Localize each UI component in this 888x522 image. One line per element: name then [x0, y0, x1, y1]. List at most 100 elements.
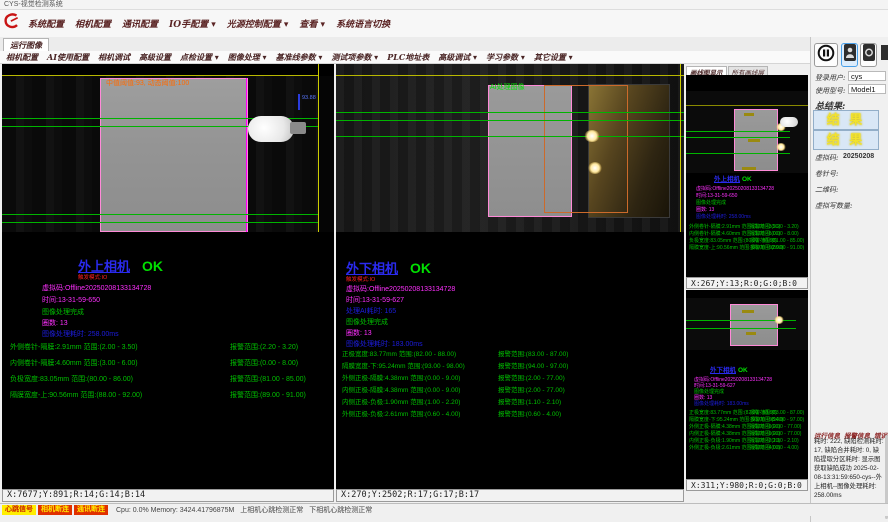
menu-item-language-switch[interactable]: 系统语言切换 — [336, 17, 390, 30]
alarm-range: 报警范围:(2.20 - 3.20) — [230, 344, 298, 351]
menu-item-system-config[interactable]: 系统配置 — [28, 17, 64, 30]
pixel-coords-upper: X:7677;Y:891;R:14;G:14;B:14 — [7, 490, 145, 500]
app-logo-icon — [2, 11, 21, 36]
tool-image-processing[interactable]: 图像处理 ▾ — [228, 52, 267, 63]
mini-alarm-range: 报警范围:(83.00 - 87.00) — [750, 411, 804, 416]
menu-item-io-config[interactable]: IO手配置 ▾ — [169, 17, 216, 30]
time-line-lower: 时间:13-31-59-627 — [346, 297, 404, 304]
tool-advanced-settings[interactable]: 高级设置 — [139, 52, 171, 63]
pause-icon — [817, 44, 835, 67]
guide-line-green — [686, 137, 790, 138]
exit-button[interactable] — [879, 43, 888, 67]
mini-alarm-range: 报警范围:(2.00 - 77.00) — [750, 425, 801, 430]
menu-item-comm-config[interactable]: 通讯配置 — [122, 17, 158, 30]
weld-glow-spot — [584, 130, 600, 142]
heartbeat-badge: 心跳信号 — [2, 505, 36, 515]
measure-row: 负极宽度:83.05mm 范围:(80.00 - 86.00) — [10, 376, 133, 383]
tool-other-settings[interactable]: 其它设置 ▾ — [534, 52, 573, 63]
status-bar: 心跳信号 相机断连 通讯断连 Cpu: 0.0% Memory: 3424.41… — [0, 503, 888, 516]
device-button[interactable] — [860, 43, 877, 67]
mini-time-upper: 时间:13-31-59-650 — [696, 194, 737, 199]
model-label: 使用型号: — [815, 86, 845, 96]
tool-test-item-params[interactable]: 测试项参数 ▾ — [331, 52, 378, 63]
login-user-value[interactable]: cys — [848, 71, 886, 81]
camera-title-upper: 外上相机 — [78, 260, 130, 273]
mini-viewport-lower[interactable] — [686, 298, 808, 350]
proc-time-line-lower: 图像处理耗时: 183.00ms — [346, 341, 423, 348]
tool-learning-params[interactable]: 学习参数 ▾ — [486, 52, 525, 63]
proc-time-line-upper: 图像处理耗时: 258.00ms — [42, 331, 119, 338]
exit-icon — [880, 44, 888, 66]
guide-line-green — [336, 120, 684, 121]
trigger-mode-upper: 触发模式:IO — [78, 276, 107, 282]
camera-viewport-lower[interactable]: AI处理图像 — [336, 64, 684, 232]
window-title: CYS-视觉检测系统 — [4, 1, 63, 8]
reference-line-olive — [686, 105, 808, 106]
tool-camera-config[interactable]: 相机配置 — [6, 52, 38, 63]
mini-title-upper: 外上相机 — [714, 177, 740, 184]
virtual-code-value: 20250208 — [843, 153, 874, 160]
mini-proc-lower: 图像处理耗时: 183.00ms — [694, 402, 749, 407]
result-ok-upper: OK — [142, 259, 163, 273]
annotation-mark — [742, 167, 756, 170]
tab-run-image[interactable]: 运行图像 — [3, 38, 49, 52]
mini-alarm-range: 报警范围:(2.20 - 3.20) — [750, 225, 799, 230]
tool-baseline-params[interactable]: 基准线参数 ▾ — [276, 52, 323, 63]
camera-viewport-upper[interactable]: 中值阈值:93, 动态阈值:100 93.88 — [2, 76, 334, 232]
mini-viewport-upper[interactable] — [686, 91, 808, 173]
login-user-button[interactable] — [841, 43, 858, 67]
measure-row: 内侧正极-隔膜:4.38mm 范围:(0.00 - 9.00) — [342, 388, 460, 395]
measure-row: 正极宽度:83.77mm 范围:(82.00 - 88.00) — [342, 352, 456, 359]
mini-barcode-upper: 虚拟码:Offline20250208133134728 — [696, 187, 774, 192]
alarm-range: 报警范围:(94.00 - 97.00) — [498, 364, 568, 371]
alarm-range: 报警范围:(0.60 - 4.00) — [498, 412, 561, 419]
mini-status-upper: 图像处理完成 — [696, 201, 726, 206]
camera-disconnect-badge: 相机断连 — [38, 505, 72, 515]
camera-title-lower: 外下相机 — [346, 262, 398, 275]
login-user-label: 登录用户: — [815, 73, 845, 83]
measure-row: 隔膜宽度-下:95.24mm 范围:(93.00 - 98.00) — [342, 364, 465, 371]
camera-panel-lower: AI处理图像 外下相机 OK 触发模式:IO 虚拟码:Offline202502… — [336, 64, 684, 489]
cell-region — [730, 304, 778, 346]
measure-row: 内侧正极-负极:1.90mm 范围:(1.00 - 2.20) — [342, 400, 460, 407]
mini-pixel-readout-upper: X:267;Y:13;R:0;G:0;B:0 — [686, 277, 808, 289]
alarm-range: 报警范围:(1.10 - 2.10) — [498, 400, 561, 407]
mini-ok-upper: OK — [742, 177, 752, 184]
tool-ai-usage-config[interactable]: AI使用配置 — [47, 52, 89, 63]
guide-line-green — [336, 112, 684, 113]
mini-title-lower: 外下相机 — [710, 368, 736, 375]
alarm-range: 报警范围:(83.00 - 87.00) — [498, 352, 568, 359]
pause-button[interactable] — [814, 43, 838, 67]
tool-camera-debug[interactable]: 相机调试 — [98, 52, 130, 63]
guide-line-green — [2, 222, 318, 223]
measure-row: 隔膜宽度-上:90.56mm 范围:(88.00 - 92.00) — [10, 392, 142, 399]
user-icon — [844, 44, 856, 66]
tool-spotcheck-settings[interactable]: 点检设置 ▾ — [180, 52, 219, 63]
upper-camera-heartbeat-status: 上相机心跳检测正常 — [240, 505, 303, 515]
turns-line-lower: 圈数: 13 — [346, 330, 372, 337]
pixel-readout-upper: X:7677;Y:891;R:14;G:14;B:14 — [2, 489, 334, 502]
mini-panel-upper: 外上相机 OK 虚拟码:Offline20250208133134728 时间:… — [686, 75, 808, 277]
annotation-mark — [742, 310, 754, 313]
mini-pixel-readout-lower: X:311;Y:980;R:0;G:0;B:0 — [686, 479, 808, 491]
time-line-upper: 时间:13-31-59-650 — [42, 297, 100, 304]
marker-bracket-blue — [298, 94, 300, 110]
mini-alarm-range: 报警范围:(2.00 - 77.00) — [750, 432, 801, 437]
alarm-range: 报警范围:(0.00 - 8.00) — [230, 360, 298, 367]
model-value[interactable]: Model1 — [848, 84, 886, 94]
cpu-memory-readout: Cpu: 0.0% Memory: 3424.41796875M — [116, 507, 234, 514]
menu-item-camera-config[interactable]: 相机配置 — [75, 17, 111, 30]
menu-item-view[interactable]: 查看 ▾ — [299, 17, 325, 30]
tool-plc-address-table[interactable]: PLC地址表 — [387, 52, 429, 63]
menu-item-light-config[interactable]: 光源控制配置 ▾ — [227, 17, 289, 30]
tool-advanced-debug[interactable]: 高级调试 ▾ — [438, 52, 477, 63]
measure-row: 外侧正极-负极:2.61mm 范围:(0.60 - 4.00) — [342, 412, 460, 419]
weld-glow-spot — [774, 316, 784, 324]
result-ok-lower: OK — [410, 261, 431, 275]
measure-row: 内侧卷针-隔膜:4.60mm 范围:(3.00 - 6.00) — [10, 360, 138, 367]
vertical-reference-line-yellow — [318, 64, 319, 232]
mini-tab-strip: 画线图显示所有画线层缺陷画线层 — [686, 62, 808, 75]
annotation-mark — [748, 139, 760, 142]
alarm-range: 报警范围:(89.00 - 91.00) — [230, 392, 306, 399]
top-reference-line-yellow — [336, 75, 684, 76]
